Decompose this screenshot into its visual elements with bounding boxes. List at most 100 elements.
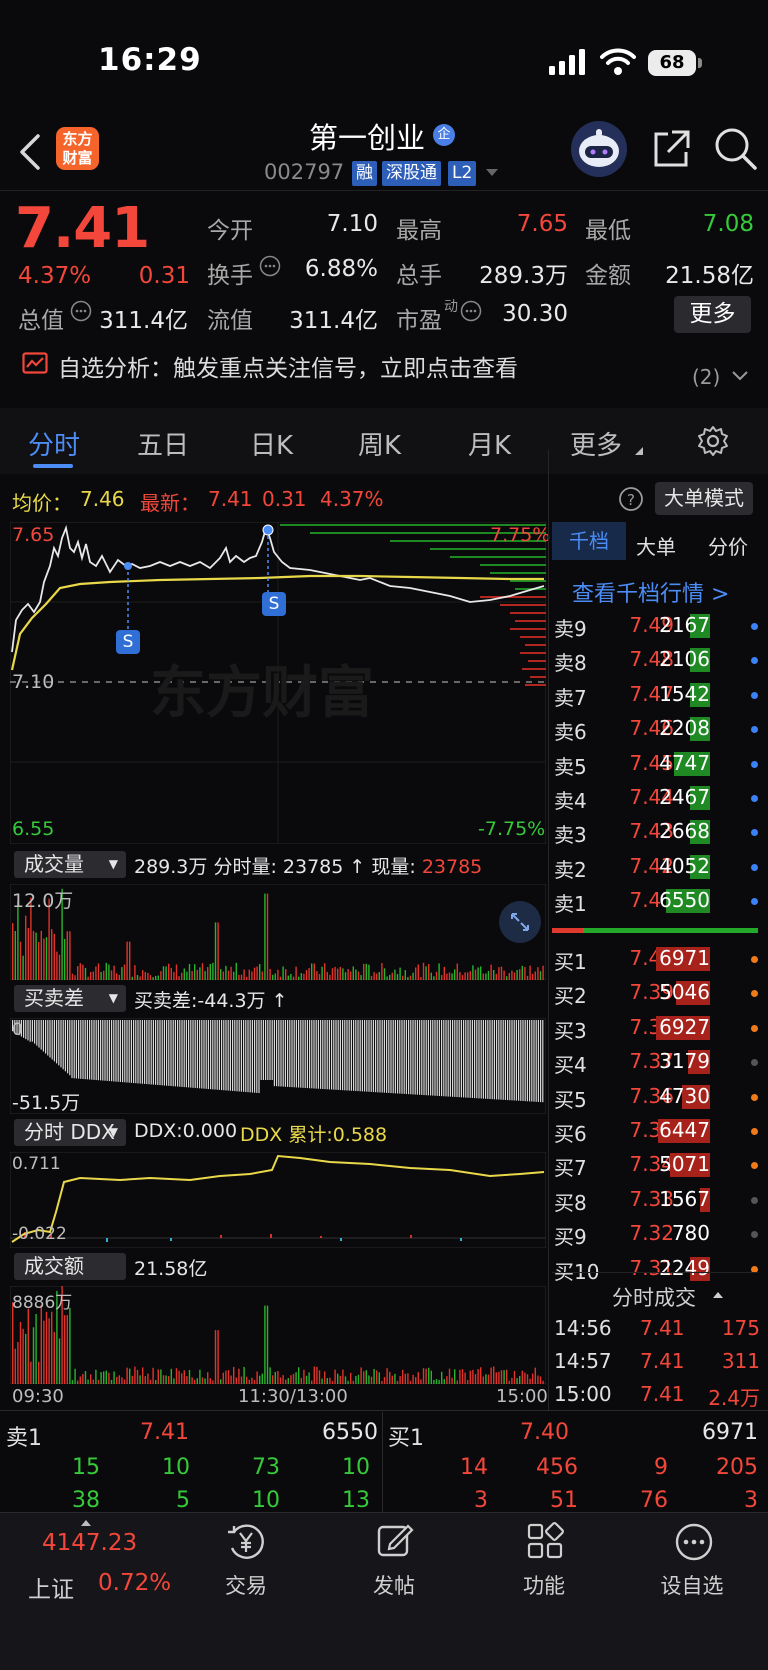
diff-bar-mark xyxy=(179,1020,181,1087)
diff-bar-mark xyxy=(326,1020,328,1090)
trades-title[interactable]: 分时成交 xyxy=(612,1282,696,1312)
avg-price-value: 7.46 xyxy=(80,487,125,511)
bar-mark xyxy=(191,1377,193,1384)
sell-queue-order: 5 xyxy=(176,1488,190,1513)
bar-mark xyxy=(438,963,440,980)
sell-signal-marker[interactable]: S xyxy=(262,592,286,616)
back-icon[interactable] xyxy=(18,134,42,170)
bar-mark xyxy=(116,1376,118,1384)
bar-mark xyxy=(506,976,508,980)
bar-mark xyxy=(326,972,328,980)
nav-trade[interactable]: 交易 xyxy=(206,1570,286,1600)
functions-grid-icon[interactable] xyxy=(526,1522,564,1560)
amount-select[interactable]: 成交额 xyxy=(14,1253,126,1280)
bar-mark xyxy=(389,974,391,980)
volume-xianliang: 23785 xyxy=(421,856,483,878)
ask-level-volume: 4052 xyxy=(659,853,710,878)
diff-bar-mark xyxy=(364,1020,366,1092)
ask-level-volume: 1542 xyxy=(659,681,710,706)
diff-bar-mark xyxy=(412,1020,414,1095)
bar-mark xyxy=(487,970,490,980)
diff-bar-mark xyxy=(518,1020,520,1101)
tab-more[interactable]: 更多 xyxy=(570,425,622,462)
bar-mark xyxy=(116,973,118,980)
info-dots-icon[interactable] xyxy=(70,300,92,322)
bar-mark xyxy=(53,933,55,980)
tab-thousand-level[interactable]: 千档 xyxy=(552,522,626,560)
diff-bar-mark xyxy=(331,1020,333,1090)
large-order-mode-button[interactable]: 大单模式 xyxy=(655,482,753,515)
bar-mark xyxy=(25,915,27,980)
diff-bar-mark xyxy=(53,1020,55,1062)
index-name[interactable]: 上证 xyxy=(28,1570,74,1604)
help-icon[interactable]: ? xyxy=(618,486,644,512)
bar-mark xyxy=(316,1366,318,1384)
nav-add-favorite[interactable]: 设自选 xyxy=(652,1570,732,1600)
info-dots-icon[interactable] xyxy=(460,300,482,322)
caret-up-icon[interactable] xyxy=(712,1290,724,1300)
sell-signal-marker[interactable]: S xyxy=(116,630,140,654)
tab-monthly-k[interactable]: 月K xyxy=(468,425,511,462)
diff-bar-mark xyxy=(335,1020,337,1090)
robot-assistant-icon[interactable] xyxy=(570,120,628,178)
diff-bar-mark xyxy=(122,1020,124,1083)
bar-mark xyxy=(32,1327,35,1384)
tab-daily-k[interactable]: 日K xyxy=(250,425,293,462)
tab-price-distribution[interactable]: 分价 xyxy=(708,531,748,560)
diff-bar-mark xyxy=(540,1020,542,1103)
bar-mark xyxy=(204,971,206,980)
search-icon[interactable] xyxy=(714,127,758,171)
diff-bar-mark xyxy=(509,1020,511,1101)
dropdown-caret-icon[interactable] xyxy=(485,168,499,178)
more-circle-icon[interactable] xyxy=(674,1522,714,1562)
expand-icon[interactable] xyxy=(498,900,542,944)
diff-bar-mark xyxy=(172,1020,174,1087)
ask-level-volume: 4747 xyxy=(659,750,710,775)
turnover-label: 换手 xyxy=(207,263,253,289)
alert-count[interactable]: (2) xyxy=(692,365,720,389)
diff-bar-mark xyxy=(232,1020,234,1091)
share-icon[interactable] xyxy=(650,128,692,170)
tab-intraday[interactable]: 分时 xyxy=(28,425,80,462)
info-dots-icon[interactable] xyxy=(259,255,281,277)
ddx-select[interactable]: 分时 DDX ▼ xyxy=(14,1119,126,1146)
bar-mark xyxy=(87,976,89,980)
diff-bar-mark xyxy=(161,1020,163,1086)
index-value[interactable]: 4147.23 xyxy=(42,1530,137,1556)
view-thousand-level-link[interactable]: 查看千档行情 > xyxy=(572,576,729,608)
bar-mark xyxy=(506,1369,508,1384)
volume-indicator-select[interactable]: 成交量 ▼ xyxy=(14,851,126,878)
nav-post[interactable]: 发帖 xyxy=(354,1570,434,1600)
svg-text:东方财富: 东方财富 xyxy=(150,661,374,726)
post-edit-icon[interactable] xyxy=(376,1522,414,1560)
gear-icon[interactable] xyxy=(697,425,729,457)
low-value: 7.08 xyxy=(702,211,754,237)
diff-bar-mark xyxy=(524,1020,526,1102)
diff-bar-mark xyxy=(71,1020,73,1079)
bar-mark xyxy=(40,1304,42,1384)
chevron-down-icon[interactable] xyxy=(732,371,748,381)
bar-mark xyxy=(45,1311,48,1384)
index-pct[interactable]: 0.72% xyxy=(98,1570,171,1596)
bar-mark xyxy=(196,969,198,980)
tab-large-orders[interactable]: 大单 xyxy=(636,531,676,560)
buy-sell-diff-select[interactable]: 买卖差 ▼ xyxy=(14,985,126,1012)
ask-level-label: 卖7 xyxy=(554,685,587,710)
caret-up-icon[interactable] xyxy=(80,1518,92,1527)
bar-mark xyxy=(58,954,61,980)
bar-mark xyxy=(95,1369,97,1384)
bar-mark xyxy=(84,967,87,980)
nav-functions[interactable]: 功能 xyxy=(504,1570,584,1600)
more-button[interactable]: 更多 xyxy=(674,296,751,333)
diff-bar-mark xyxy=(377,1020,379,1093)
diff-bar-mark xyxy=(108,1020,110,1082)
tab-weekly-k[interactable]: 周K xyxy=(358,425,401,462)
trade-yen-icon[interactable] xyxy=(226,1522,266,1562)
bar-mark xyxy=(170,967,172,980)
alert-text[interactable]: 自选分析：触发重点关注信号，立即点击查看 xyxy=(58,349,518,383)
diff-bar-mark xyxy=(496,1020,498,1100)
diff-bar-mark xyxy=(421,1020,423,1095)
tab-five-day[interactable]: 五日 xyxy=(137,425,189,462)
bar-mark xyxy=(103,970,105,980)
intraday-price-chart[interactable]: 东方财富 xyxy=(10,522,546,844)
